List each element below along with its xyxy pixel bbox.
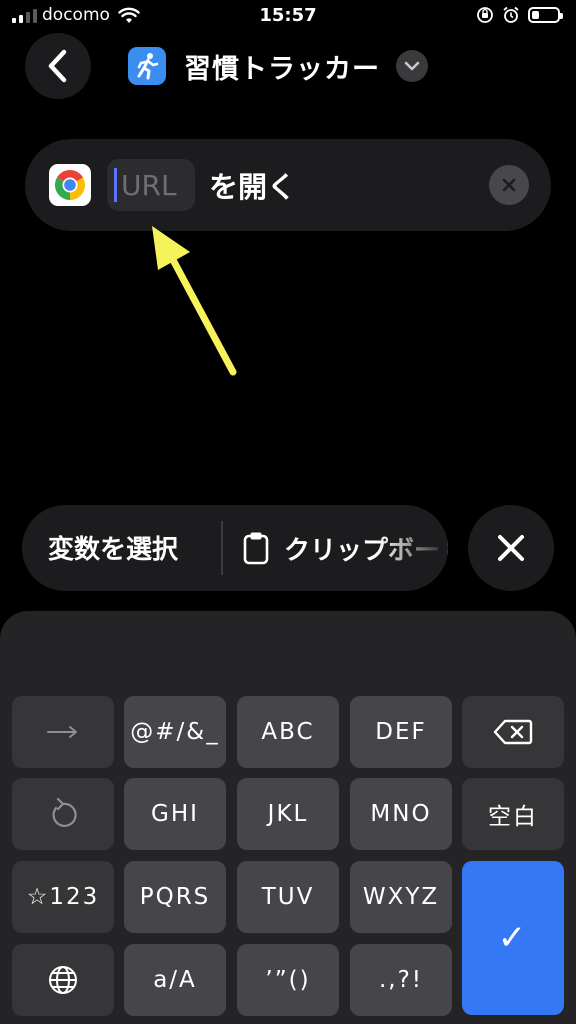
clipboard-icon bbox=[243, 532, 269, 565]
key-label: ABC bbox=[261, 719, 315, 745]
key-ghi[interactable]: GHI bbox=[124, 778, 226, 850]
key-delete[interactable] bbox=[462, 696, 564, 768]
key-punctuation[interactable]: .,?! bbox=[350, 944, 452, 1016]
key-wxyz[interactable]: WXYZ bbox=[350, 861, 452, 933]
arrow-right-icon bbox=[47, 726, 77, 738]
key-abc[interactable]: ABC bbox=[237, 696, 339, 768]
key-label: @#/&_ bbox=[130, 719, 220, 745]
key-case[interactable]: a/A bbox=[124, 944, 226, 1016]
key-label: JKL bbox=[267, 801, 309, 827]
key-symbols[interactable]: @#/&_ bbox=[124, 696, 226, 768]
key-pqrs[interactable]: PQRS bbox=[124, 861, 226, 933]
key-label: .,?! bbox=[378, 967, 424, 993]
screen: docomo 15:57 習慣トラッカー URL を開く 変数を選択 クリップボ… bbox=[0, 0, 576, 1024]
key-space[interactable]: 空白 bbox=[462, 778, 564, 850]
key-mno[interactable]: MNO bbox=[350, 778, 452, 850]
dismiss-button[interactable] bbox=[468, 505, 554, 591]
key-label: DEF bbox=[375, 719, 427, 745]
keyboard: @#/&_ ABC DEF GHI JKL MNO 空白 ☆123 PQRS T… bbox=[0, 611, 576, 1024]
key-label: 空白 bbox=[488, 804, 538, 830]
key-label: MNO bbox=[370, 801, 432, 827]
key-jkl[interactable]: JKL bbox=[237, 778, 339, 850]
key-label: ☆123 bbox=[26, 884, 100, 910]
key-label: PQRS bbox=[139, 884, 211, 910]
key-label: TUV bbox=[261, 884, 315, 910]
globe-icon bbox=[49, 966, 77, 994]
key-label: GHI bbox=[151, 801, 199, 827]
key-label: WXYZ bbox=[362, 884, 440, 910]
key-cursor-right[interactable] bbox=[12, 696, 114, 768]
variable-toolbar: 変数を選択 クリップボード bbox=[22, 505, 448, 591]
scroll-fade bbox=[378, 505, 448, 591]
toolbar-divider bbox=[221, 521, 223, 575]
key-label: ’”() bbox=[265, 967, 311, 993]
select-variable-button[interactable]: 変数を選択 bbox=[48, 529, 178, 566]
key-tuv[interactable]: TUV bbox=[237, 861, 339, 933]
key-globe[interactable] bbox=[12, 944, 114, 1016]
key-def[interactable]: DEF bbox=[350, 696, 452, 768]
checkmark-icon: ✓ bbox=[497, 918, 529, 958]
key-numbers[interactable]: ☆123 bbox=[12, 861, 114, 933]
key-quotes[interactable]: ’”() bbox=[237, 944, 339, 1016]
close-icon bbox=[498, 535, 524, 561]
key-undo[interactable] bbox=[12, 778, 114, 850]
delete-icon bbox=[493, 719, 533, 745]
undo-icon bbox=[52, 798, 77, 827]
key-done[interactable]: ✓ bbox=[462, 861, 564, 1015]
key-label: a/A bbox=[153, 967, 197, 993]
